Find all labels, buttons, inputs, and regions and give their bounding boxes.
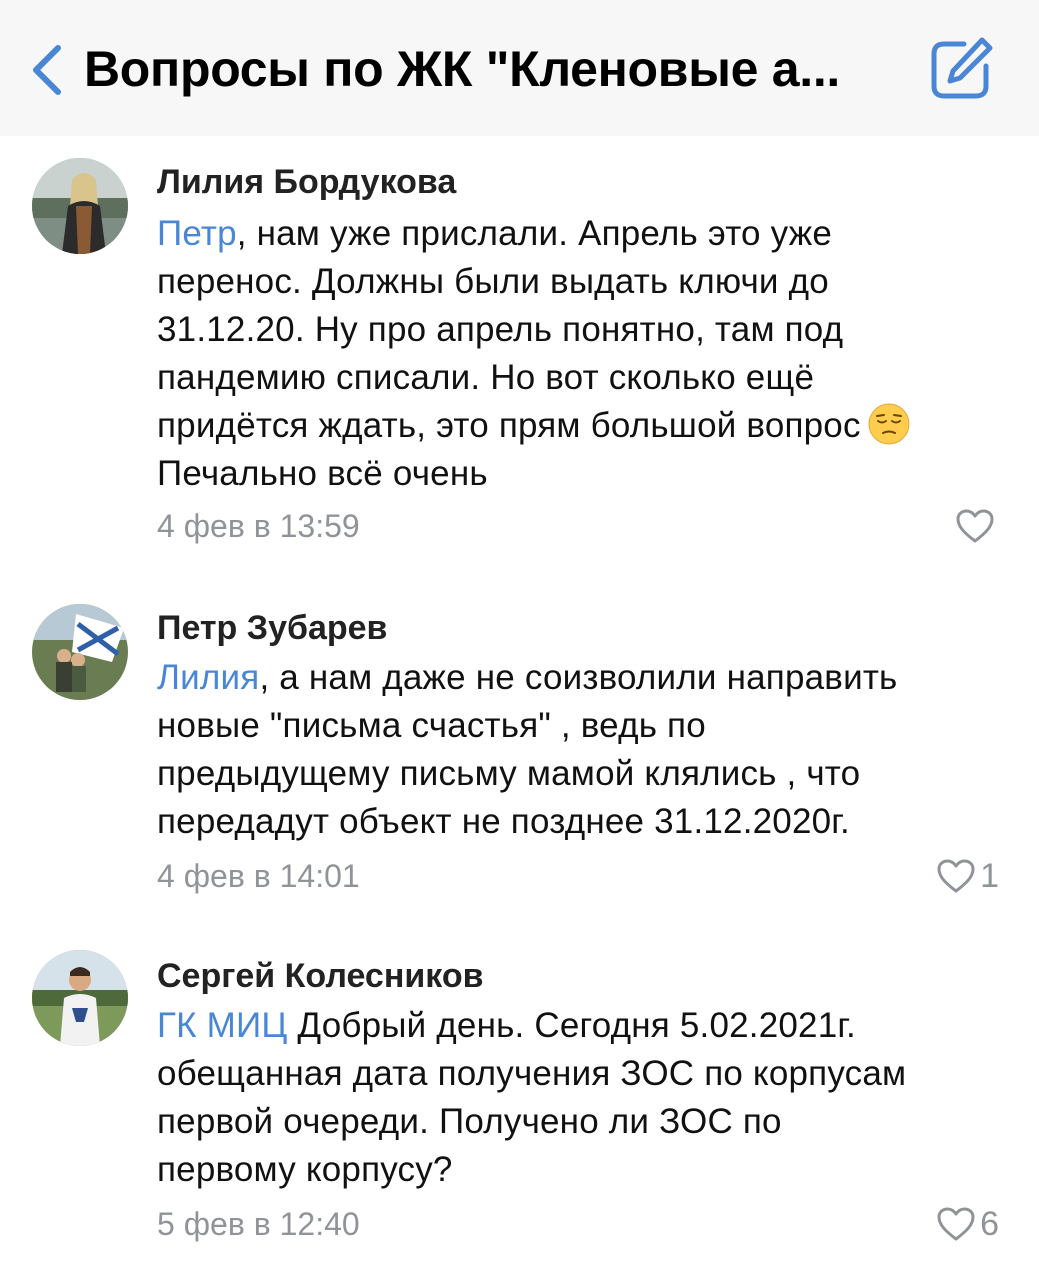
comment-item: Сергей Колесников ГК МИЦ Добрый день. Се…: [0, 946, 1039, 1266]
compose-icon: [931, 37, 993, 99]
like-button[interactable]: 1: [936, 856, 999, 896]
like-button[interactable]: [955, 506, 999, 546]
avatar[interactable]: [32, 604, 128, 700]
comment-text: ГК МИЦ Добрый день. Сегодня 5.02.2021г. …: [157, 1006, 907, 1189]
mention-link[interactable]: ГК МИЦ: [157, 1006, 287, 1045]
comment-timestamp: 5 фев в 12:40: [157, 1206, 360, 1242]
header-bar: Вопросы по ЖК "Кленовые а...: [0, 0, 1039, 136]
comment-author[interactable]: Лилия Бордукова: [157, 160, 456, 204]
comment-author[interactable]: Петр Зубарев: [157, 606, 387, 650]
heart-icon: [937, 859, 975, 893]
compose-button[interactable]: [926, 34, 996, 104]
like-count: 6: [980, 1205, 999, 1243]
avatar[interactable]: [32, 950, 128, 1046]
comment-text: Лилия, а нам даже не соизволили направит…: [157, 658, 898, 841]
comment-text: Петр, нам уже прислали. Апрель это уже п…: [157, 210, 1007, 498]
like-count: 1: [980, 857, 999, 895]
comment-timestamp: 4 фев в 14:01: [157, 858, 360, 894]
comment-author[interactable]: Сергей Колесников: [157, 954, 484, 998]
comment-item: Лилия Бордукова Петр, нам уже прислали. …: [0, 150, 1039, 570]
like-button[interactable]: 6: [936, 1204, 999, 1244]
chevron-left-icon: [33, 45, 61, 95]
mention-link[interactable]: Петр: [157, 214, 237, 253]
pensive-face-emoji: [868, 403, 910, 445]
heart-icon: [937, 1207, 975, 1241]
comment-item: Петр Зубарев Лилия, а нам даже не соизво…: [0, 598, 1039, 908]
back-button[interactable]: [28, 40, 68, 100]
mention-link[interactable]: Лилия: [157, 658, 259, 697]
comment-timestamp: 4 фев в 13:59: [157, 508, 360, 544]
page-title: Вопросы по ЖК "Кленовые а...: [84, 41, 841, 97]
heart-icon: [956, 509, 994, 543]
avatar[interactable]: [32, 158, 128, 254]
comments-page: Вопросы по ЖК "Кленовые а... Лилия Борду…: [0, 0, 1039, 1280]
